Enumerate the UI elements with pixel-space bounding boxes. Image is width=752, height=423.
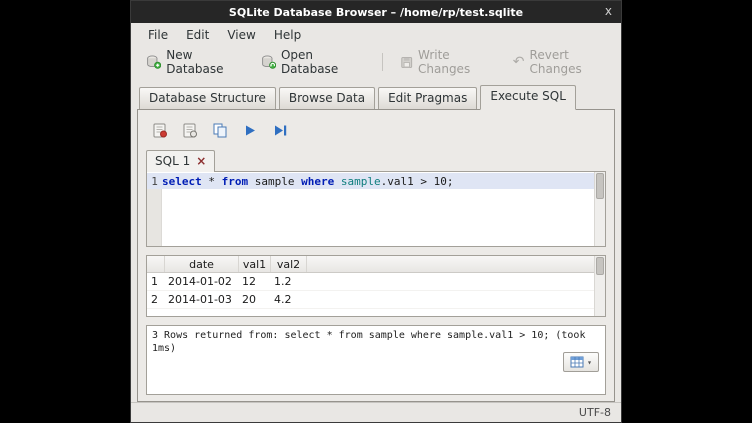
editor-gutter: [147, 189, 162, 246]
row-number: 1: [147, 275, 165, 288]
sql-tabrow: SQL 1 ×: [146, 150, 606, 171]
editor-scrollbar-thumb[interactable]: [596, 173, 604, 199]
sql-tab-label: SQL 1: [155, 154, 190, 168]
sql-editor[interactable]: 1 select * from sample where sample.val1…: [146, 171, 606, 247]
toolbar-separator: [382, 53, 383, 71]
cell-val2[interactable]: 4.2: [271, 293, 307, 306]
new-database-button[interactable]: New Database: [139, 45, 252, 79]
table-row[interactable]: 2 2014-01-03 20 4.2: [147, 291, 594, 309]
execute-sql-button[interactable]: [240, 120, 260, 140]
sql-token: where: [301, 175, 334, 188]
main-content: Database Structure Browse Data Edit Prag…: [137, 85, 615, 402]
tab-browse-data[interactable]: Browse Data: [279, 87, 375, 109]
open-database-label: Open Database: [281, 48, 365, 76]
write-changes-label: Write Changes: [418, 48, 497, 76]
menu-file[interactable]: File: [139, 25, 177, 45]
tab-edit-pragmas[interactable]: Edit Pragmas: [378, 87, 477, 109]
results-grid: date val1 val2 1 2014-01-02 12 1.2 2 201…: [146, 255, 606, 317]
results-header-row: date val1 val2: [147, 256, 594, 273]
cell-date[interactable]: 2014-01-02: [165, 275, 239, 288]
results-scrollbar[interactable]: [594, 256, 605, 316]
menubar: File Edit View Help: [131, 23, 621, 47]
save-sql-file-button[interactable]: [180, 120, 200, 140]
tab-execute-sql[interactable]: Execute SQL: [480, 85, 576, 110]
sql-token: from: [222, 175, 249, 188]
column-header-rownum[interactable]: [147, 256, 165, 272]
column-header-date[interactable]: date: [165, 256, 239, 272]
cell-date[interactable]: 2014-01-03: [165, 293, 239, 306]
query-message-box: 3 Rows returned from: select * from samp…: [146, 325, 606, 395]
results-view-dropdown[interactable]: ▾: [563, 352, 599, 372]
encoding-label: UTF-8: [579, 406, 611, 419]
revert-changes-button[interactable]: ↶ Revert Changes: [506, 45, 621, 79]
cell-val1[interactable]: 20: [239, 293, 271, 306]
sql-token: .val1 > 10;: [381, 175, 454, 188]
window-title: SQLite Database Browser – /home/rp/test.…: [229, 6, 523, 19]
sql-tab-close-icon[interactable]: ×: [196, 156, 206, 166]
main-toolbar: New Database Open Database: [131, 47, 621, 77]
editor-current-line[interactable]: 1 select * from sample where sample.val1…: [147, 173, 594, 189]
desktop-background: SQLite Database Browser – /home/rp/test.…: [0, 0, 752, 423]
menu-edit[interactable]: Edit: [177, 25, 218, 45]
window-close-button[interactable]: x: [605, 4, 612, 18]
editor-scrollbar[interactable]: [594, 172, 605, 246]
column-header-val1[interactable]: val1: [239, 256, 271, 272]
line-number: 1: [147, 175, 162, 188]
open-sql-file-button[interactable]: [150, 120, 170, 140]
open-database-button[interactable]: Open Database: [254, 45, 372, 79]
sql-toolbar: [146, 118, 606, 142]
main-tabstrip: Database Structure Browse Data Edit Prag…: [137, 85, 615, 110]
sql-token: sample: [248, 175, 301, 188]
row-number: 2: [147, 293, 165, 306]
copy-icon: [211, 122, 229, 139]
sql-token: select: [162, 175, 202, 188]
statusbar: UTF-8: [131, 402, 621, 422]
table-row[interactable]: 1 2014-01-02 12 1.2: [147, 273, 594, 291]
results-scrollbar-thumb[interactable]: [596, 257, 604, 275]
menu-help[interactable]: Help: [265, 25, 310, 45]
column-header-val2[interactable]: val2: [271, 256, 307, 272]
sql-token: [334, 175, 341, 188]
tab-database-structure[interactable]: Database Structure: [139, 87, 276, 109]
open-sql-file-icon: [151, 122, 169, 139]
table-view-icon: [570, 356, 584, 368]
copy-button[interactable]: [210, 120, 230, 140]
sql-token: sample: [341, 175, 381, 188]
query-result-message: 3 Rows returned from: select * from samp…: [152, 329, 602, 355]
window-titlebar[interactable]: SQLite Database Browser – /home/rp/test.…: [131, 1, 621, 23]
revert-changes-icon: ↶: [513, 54, 525, 70]
execute-sql-panel: SQL 1 × 1 select * from sample where sam…: [137, 110, 615, 402]
write-changes-button[interactable]: Write Changes: [393, 45, 504, 79]
execute-current-line-button[interactable]: [270, 120, 290, 140]
sql-token: *: [202, 175, 222, 188]
chevron-down-icon: ▾: [587, 356, 592, 369]
cell-val2[interactable]: 1.2: [271, 275, 307, 288]
execute-sql-icon: [241, 122, 259, 139]
sql-tab-1[interactable]: SQL 1 ×: [146, 150, 215, 172]
app-window: SQLite Database Browser – /home/rp/test.…: [130, 0, 622, 423]
revert-changes-label: Revert Changes: [530, 48, 614, 76]
new-database-icon: [146, 54, 161, 70]
save-sql-file-icon: [181, 122, 199, 139]
new-database-label: New Database: [166, 48, 244, 76]
write-changes-icon: [400, 55, 413, 70]
sql-statement: select * from sample where sample.val1 >…: [162, 175, 453, 188]
cell-val1[interactable]: 12: [239, 275, 271, 288]
open-database-icon: [261, 54, 276, 70]
menu-view[interactable]: View: [218, 25, 264, 45]
execute-current-line-icon: [271, 122, 289, 139]
